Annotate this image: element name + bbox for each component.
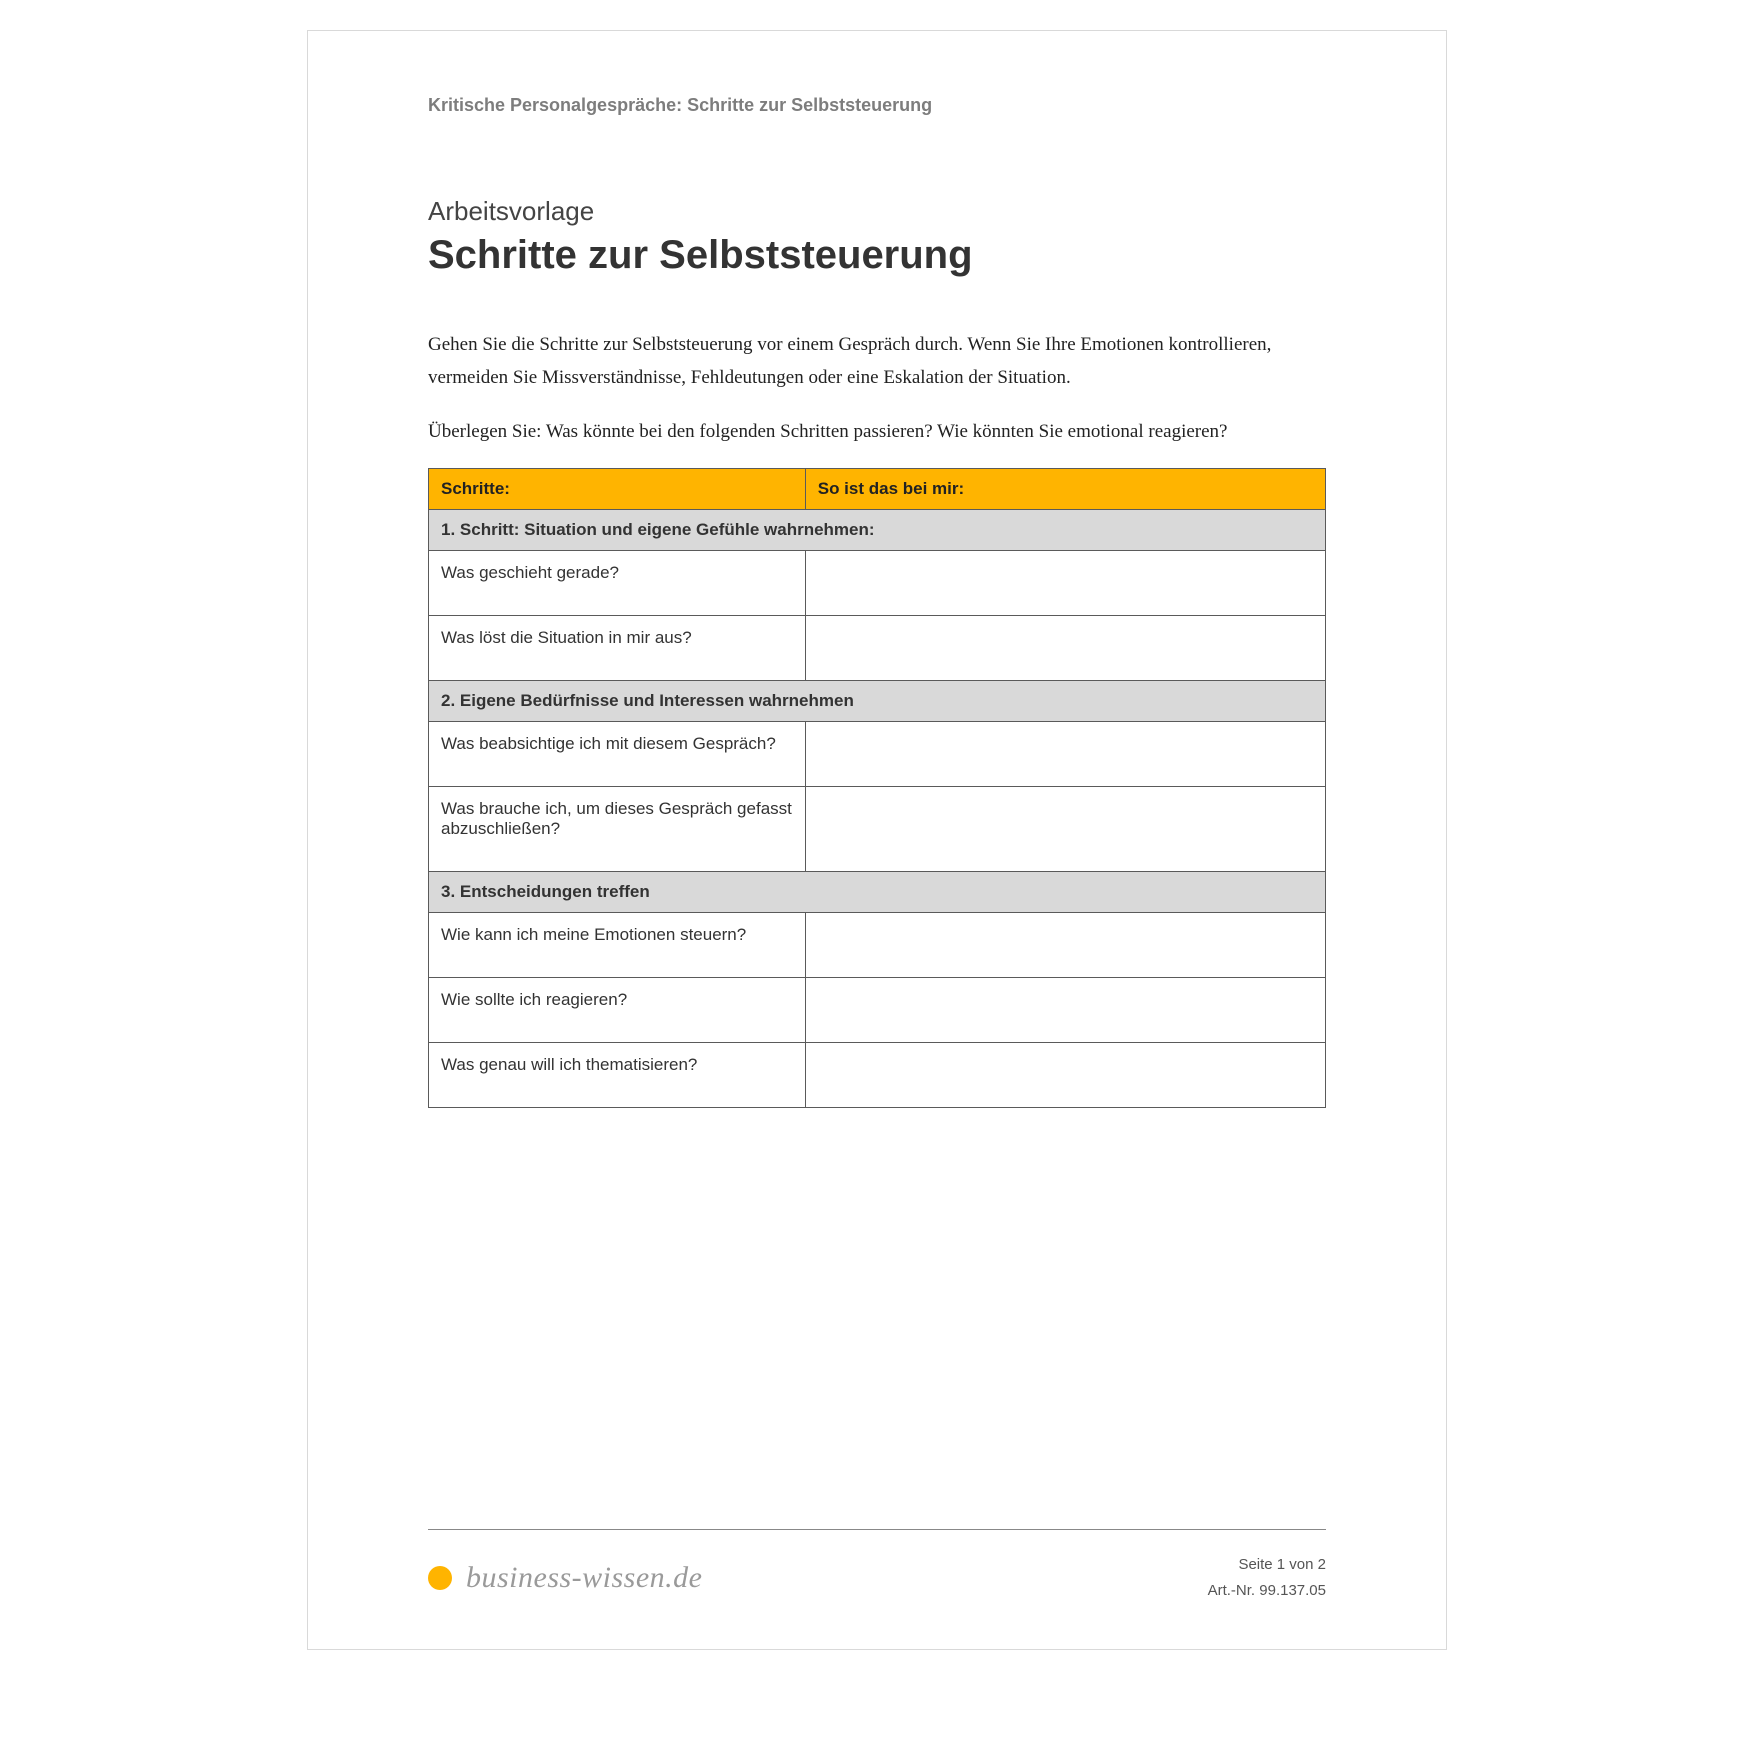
- question-cell: Was löst die Situation in mir aus?: [429, 615, 806, 680]
- table-header-steps: Schritte:: [429, 468, 806, 509]
- answer-cell[interactable]: [805, 786, 1325, 871]
- question-cell: Was brauche ich, um dieses Gespräch gefa…: [429, 786, 806, 871]
- question-cell: Wie sollte ich reagieren?: [429, 977, 806, 1042]
- question-cell: Was geschieht gerade?: [429, 550, 806, 615]
- footer-divider: [428, 1529, 1326, 1530]
- question-cell: Was genau will ich thematisieren?: [429, 1042, 806, 1107]
- table-row: Was brauche ich, um dieses Gespräch gefa…: [429, 786, 1326, 871]
- worksheet-table: Schritte: So ist das bei mir: 1. Schritt…: [428, 468, 1326, 1108]
- page-number: Seite 1 von 2: [1208, 1552, 1326, 1578]
- table-row: Was löst die Situation in mir aus?: [429, 615, 1326, 680]
- document-title: Schritte zur Selbststeuerung: [428, 233, 1326, 278]
- document-page: Kritische Personalgespräche: Schritte zu…: [307, 30, 1447, 1650]
- table-header-response: So ist das bei mir:: [805, 468, 1325, 509]
- table-row: Was genau will ich thematisieren?: [429, 1042, 1326, 1107]
- intro-text: Gehen Sie die Schritte zur Selbststeueru…: [428, 328, 1326, 448]
- page-footer: business-wissen.de Seite 1 von 2 Art.-Nr…: [428, 1529, 1326, 1603]
- question-cell: Wie kann ich meine Emotionen steuern?: [429, 912, 806, 977]
- table-row: Was geschieht gerade?: [429, 550, 1326, 615]
- table-row: Wie kann ich meine Emotionen steuern?: [429, 912, 1326, 977]
- intro-paragraph-1: Gehen Sie die Schritte zur Selbststeueru…: [428, 328, 1326, 395]
- brand-name: business-wissen.de: [466, 1561, 703, 1595]
- table-row: Wie sollte ich reagieren?: [429, 977, 1326, 1042]
- question-cell: Was beabsichtige ich mit diesem Gespräch…: [429, 721, 806, 786]
- section-heading-1: 1. Schritt: Situation und eigene Gefühle…: [429, 509, 1326, 550]
- answer-cell[interactable]: [805, 550, 1325, 615]
- table-row: Was beabsichtige ich mit diesem Gespräch…: [429, 721, 1326, 786]
- section-heading-2: 2. Eigene Bedürfnisse und Interessen wah…: [429, 680, 1326, 721]
- brand-dot-icon: [428, 1566, 452, 1590]
- answer-cell[interactable]: [805, 615, 1325, 680]
- answer-cell[interactable]: [805, 912, 1325, 977]
- document-header: Kritische Personalgespräche: Schritte zu…: [428, 95, 1326, 116]
- brand-logo: business-wissen.de: [428, 1561, 703, 1595]
- article-number: Art.-Nr. 99.137.05: [1208, 1578, 1326, 1604]
- answer-cell[interactable]: [805, 1042, 1325, 1107]
- answer-cell[interactable]: [805, 721, 1325, 786]
- intro-paragraph-2: Überlegen Sie: Was könnte bei den folgen…: [428, 415, 1326, 448]
- section-heading-3: 3. Entscheidungen treffen: [429, 871, 1326, 912]
- footer-meta: Seite 1 von 2 Art.-Nr. 99.137.05: [1208, 1552, 1326, 1603]
- document-subtitle: Arbeitsvorlage: [428, 196, 1326, 227]
- answer-cell[interactable]: [805, 977, 1325, 1042]
